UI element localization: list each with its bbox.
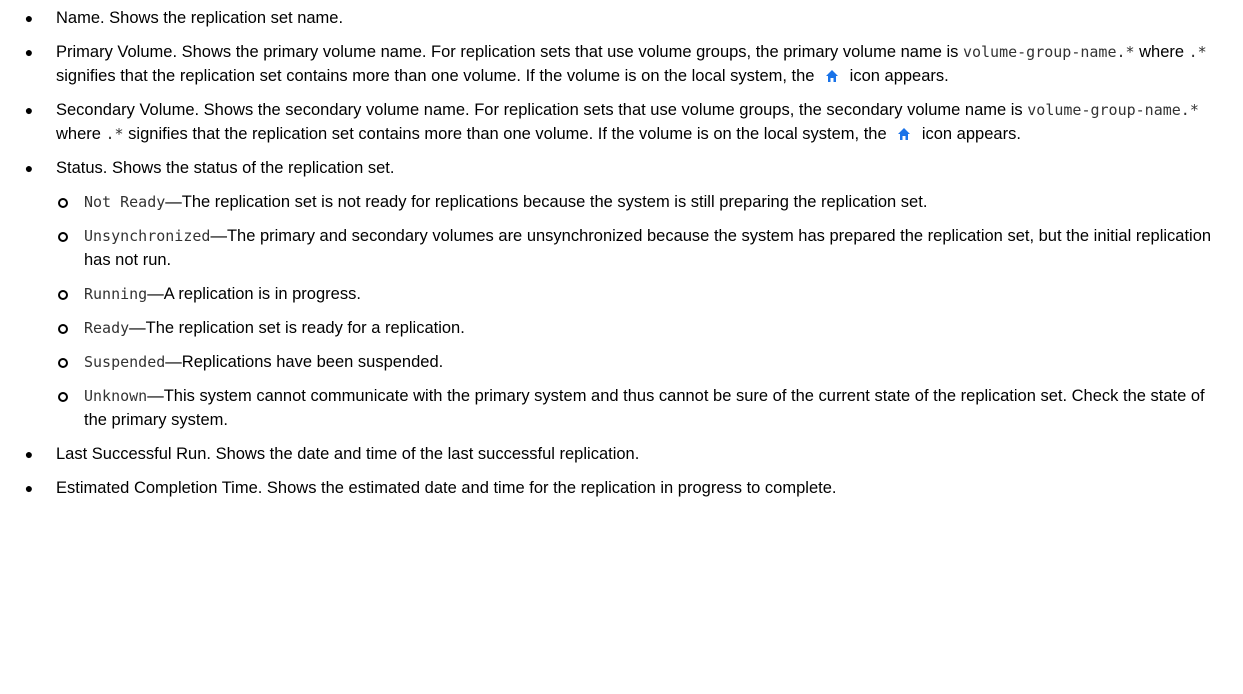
list-item-secondary-volume: ● Secondary Volume. Shows the secondary … — [0, 98, 1243, 146]
code-text: volume-group-name.* — [962, 43, 1135, 61]
sub-bullet — [58, 232, 68, 242]
home-icon — [897, 127, 911, 141]
status-code: Unknown — [84, 387, 148, 405]
status-code: Unsynchronized — [84, 227, 211, 245]
bullet: ● — [24, 160, 34, 176]
home-icon — [825, 69, 839, 83]
status-code: Ready — [84, 319, 130, 337]
item-text: icon appears. — [845, 67, 949, 85]
code-text: .* — [1188, 43, 1207, 61]
status-item-suspended: Suspended—Replications have been suspend… — [56, 350, 1223, 374]
code-text: .* — [105, 125, 124, 143]
sub-bullet — [58, 392, 68, 402]
bullet: ● — [24, 480, 34, 496]
sub-bullet — [58, 290, 68, 300]
bullet: ● — [24, 10, 34, 26]
item-text: signifies that the replication set conta… — [56, 67, 820, 85]
sub-bullet — [58, 324, 68, 334]
status-desc: —The primary and secondary volumes are u… — [84, 227, 1212, 269]
status-code: Suspended — [84, 353, 166, 371]
status-desc: —The replication set is ready for a repl… — [129, 319, 465, 337]
status-desc: —Replications have been suspended. — [165, 353, 444, 371]
status-item-not-ready: Not Ready—The replication set is not rea… — [56, 190, 1223, 214]
status-code: Not Ready — [84, 193, 166, 211]
item-text: Name. Shows the replication set name. — [56, 9, 344, 27]
sub-bullet — [58, 358, 68, 368]
item-text: where — [56, 125, 106, 143]
item-text: Estimated Completion Time. Shows the est… — [56, 479, 837, 497]
list-item-last-successful-run: ● Last Successful Run. Shows the date an… — [0, 442, 1243, 466]
item-text: Status. Shows the status of the replicat… — [56, 159, 395, 177]
status-code: Running — [84, 285, 148, 303]
status-desc: —This system cannot communicate with the… — [84, 387, 1205, 429]
status-item-unsynchronized: Unsynchronized—The primary and secondary… — [56, 224, 1223, 272]
list-item-primary-volume: ● Primary Volume. Shows the primary volu… — [0, 40, 1243, 88]
status-desc: —The replication set is not ready for re… — [165, 193, 928, 211]
bullet: ● — [24, 102, 34, 118]
bullet: ● — [24, 446, 34, 462]
item-text: Last Successful Run. Shows the date and … — [56, 445, 640, 463]
item-text: icon appears. — [917, 125, 1021, 143]
list-item-name: ● Name. Shows the replication set name. — [0, 6, 1243, 30]
item-text: Secondary Volume. Shows the secondary vo… — [56, 101, 1028, 119]
list-item-estimated-completion-time: ● Estimated Completion Time. Shows the e… — [0, 476, 1243, 500]
status-desc: —A replication is in progress. — [147, 285, 361, 303]
item-text: Primary Volume. Shows the primary volume… — [56, 43, 963, 61]
item-text: signifies that the replication set conta… — [123, 125, 892, 143]
document-body: ● Name. Shows the replication set name. … — [0, 0, 1243, 500]
sub-bullet — [58, 198, 68, 208]
item-text: where — [1134, 43, 1189, 61]
status-item-ready: Ready—The replication set is ready for a… — [56, 316, 1223, 340]
status-item-unknown: Unknown—This system cannot communicate w… — [56, 384, 1223, 432]
list-item-status: ● Status. Shows the status of the replic… — [0, 156, 1243, 432]
status-item-running: Running—A replication is in progress. — [56, 282, 1223, 306]
status-sublist: Not Ready—The replication set is not rea… — [56, 190, 1223, 432]
code-text: volume-group-name.* — [1027, 101, 1199, 119]
bullet: ● — [24, 44, 34, 60]
